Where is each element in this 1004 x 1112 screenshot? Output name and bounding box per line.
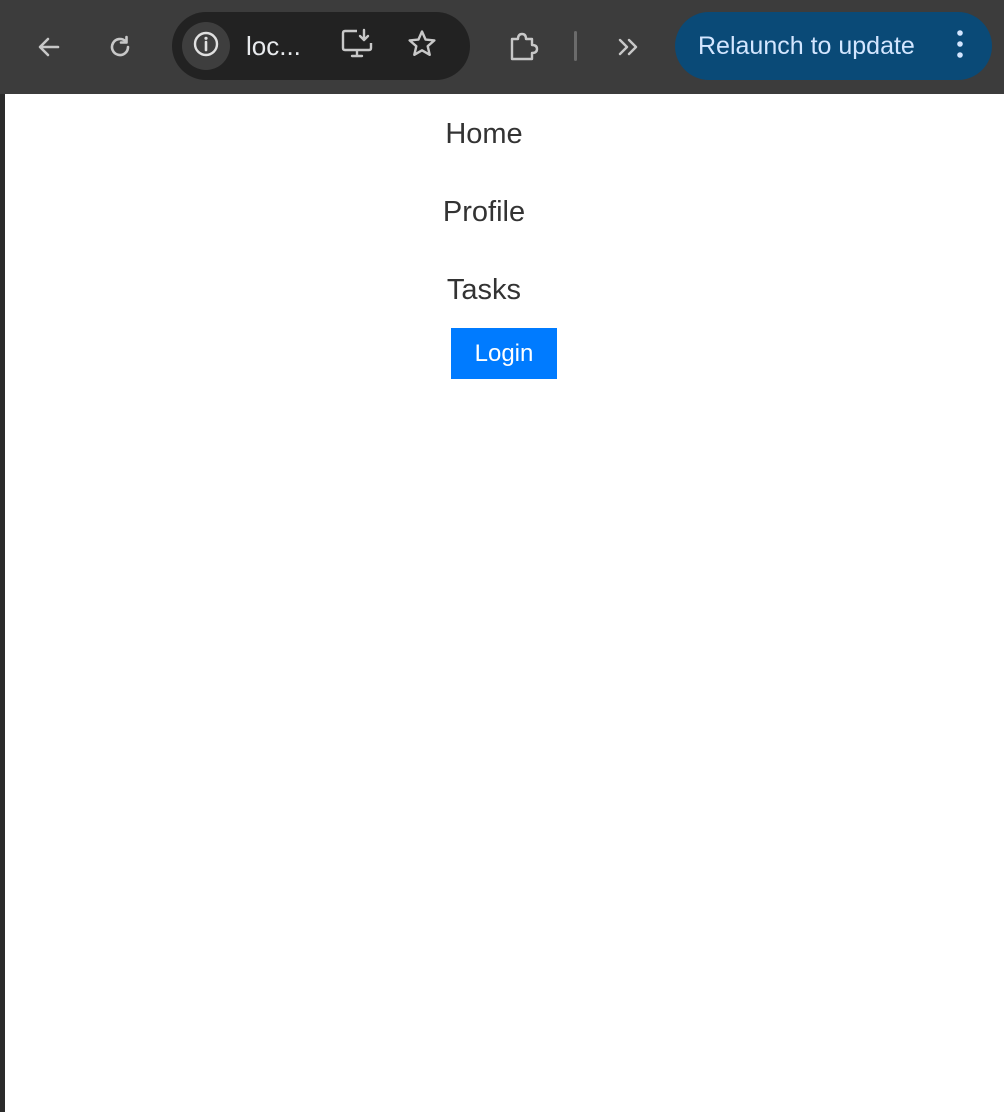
extensions-button[interactable] [500,24,546,70]
window-edge [0,0,5,1112]
site-info-button[interactable] [182,22,230,70]
kebab-menu-icon [955,28,965,65]
nav-link-tasks[interactable]: Tasks [0,270,968,310]
reload-icon [105,32,135,62]
nav-link-profile[interactable]: Profile [0,192,968,232]
back-button[interactable] [26,24,72,70]
url-text[interactable]: loc... [246,30,301,62]
install-app-button[interactable] [340,27,374,66]
puzzle-icon [506,30,540,64]
install-app-icon [340,27,374,66]
browser-toolbar: loc... Relaunch to update [0,0,1004,94]
double-chevron-right-icon [614,32,644,62]
bookmark-button[interactable] [405,29,439,63]
login-button[interactable]: Login [451,328,557,379]
nav-link-home[interactable]: Home [0,114,968,154]
info-icon [192,30,220,63]
relaunch-button[interactable]: Relaunch to update [675,12,992,80]
relaunch-label: Relaunch to update [698,32,915,60]
star-icon [406,28,438,65]
overflow-button[interactable] [606,24,652,70]
reload-button[interactable] [97,24,143,70]
address-bar[interactable]: loc... [172,12,470,80]
arrow-left-icon [34,32,64,62]
toolbar-divider [574,31,577,61]
menu-button[interactable] [945,28,975,65]
